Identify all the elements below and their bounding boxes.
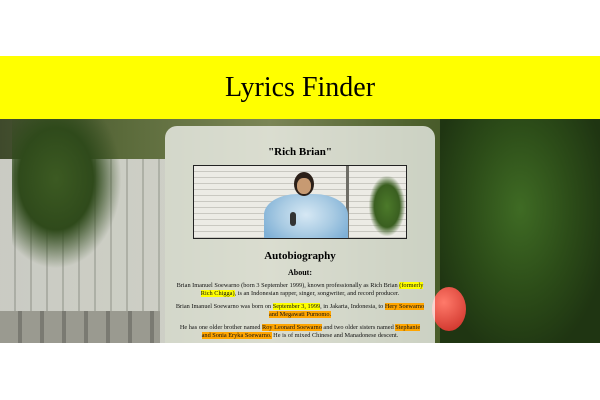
bio-text: , in Jakarta, Indonesia, to [320, 303, 385, 310]
bio-text: Brian Imanuel Soewarno was born on [175, 303, 273, 310]
bio-text: Brian Imanuel Soewarno (born 3 September… [176, 282, 400, 289]
artist-photo [193, 165, 407, 239]
bio-text: , is an Indonesian rapper, singer, songw… [234, 290, 400, 297]
photo-person-coat [264, 194, 348, 238]
app-title: Lyrics Finder [224, 71, 376, 103]
photo-plant [369, 176, 405, 236]
background-tree-left [12, 119, 122, 269]
section-title: Autobiography [264, 250, 336, 262]
bio-text: and two older sisters named [321, 324, 396, 331]
app-header: Lyrics Finder [0, 56, 600, 119]
bio-text: He has one older brother named [179, 324, 263, 331]
bio-paragraph-1: Brian Imanuel Soewarno (born 3 September… [175, 282, 425, 298]
bio-paragraph-2: Brian Imanuel Soewarno was born on Septe… [175, 303, 425, 319]
artist-name: "Rich Brian" [268, 146, 332, 158]
about-label: About: [287, 268, 312, 277]
photo-microphone [290, 212, 296, 226]
photo-person-face [297, 178, 311, 194]
bio-paragraph-3: He has one older brother named Roy Leona… [175, 324, 425, 340]
background-balloon [432, 287, 466, 331]
background-rocks [0, 311, 160, 343]
bio-text: He is of mixed Chinese and Manadonese de… [271, 332, 399, 339]
bio-highlight: September 3, 1999 [272, 303, 321, 310]
artist-card: "Rich Brian" Autobiography About: Brian … [165, 126, 435, 356]
bio-highlight: Roy Leonard Soewarno [262, 324, 322, 331]
